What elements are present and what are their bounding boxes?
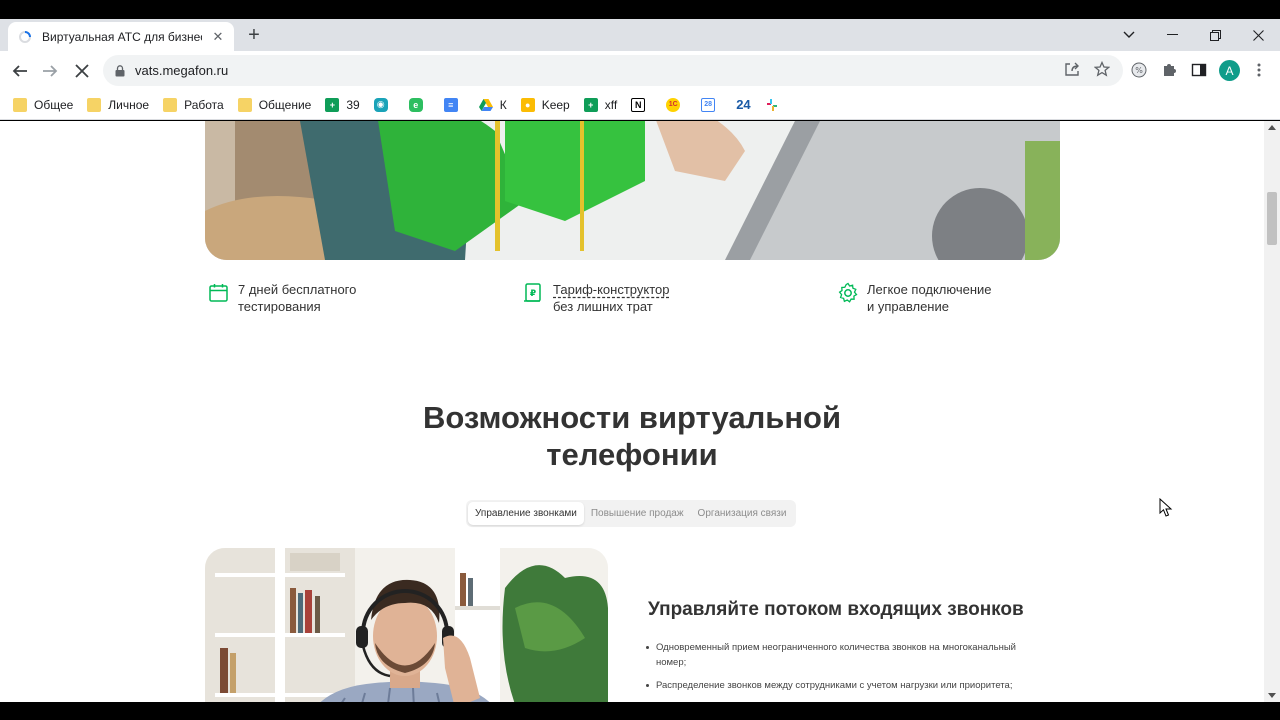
share-icon[interactable] bbox=[1062, 59, 1082, 79]
back-button[interactable] bbox=[8, 59, 32, 83]
bookmark-sheets-xff[interactable]: + xff bbox=[583, 97, 617, 112]
bitrix24-icon: 24 bbox=[736, 97, 751, 112]
page-viewport: 7 дней бесплатного тестирования ₽ Тариф-… bbox=[0, 121, 1264, 702]
forward-button[interactable] bbox=[38, 59, 62, 83]
new-tab-button[interactable]: + bbox=[243, 24, 265, 46]
scroll-up-arrow-icon[interactable] bbox=[1268, 125, 1276, 130]
evernote-icon: e bbox=[408, 97, 423, 112]
bookmark-evernote[interactable]: e bbox=[408, 97, 430, 112]
restore-button[interactable] bbox=[1203, 23, 1227, 47]
bookmark-1c[interactable]: 1С bbox=[666, 97, 687, 112]
feature-easy-setup: Легкое подключение и управление bbox=[837, 281, 992, 315]
bookmark-calendar[interactable]: 28 bbox=[701, 97, 722, 112]
docs-icon: ≡ bbox=[443, 97, 458, 112]
meet-icon: ◉ bbox=[373, 97, 388, 112]
side-panel-icon[interactable] bbox=[1189, 60, 1209, 80]
page-scrollbar[interactable] bbox=[1264, 121, 1280, 702]
hero-image bbox=[205, 121, 1060, 260]
svg-text:₽: ₽ bbox=[530, 289, 536, 299]
puzzle-extensions-icon[interactable] bbox=[1159, 60, 1179, 80]
list-item: Распределение звонков между сотрудниками… bbox=[646, 678, 1046, 693]
scroll-down-arrow-icon[interactable] bbox=[1268, 693, 1276, 698]
feature-free-trial-line1: 7 дней бесплатного bbox=[238, 282, 357, 297]
sheets-icon: + bbox=[583, 97, 598, 112]
tab-communication-organization[interactable]: Организация связи bbox=[691, 502, 794, 525]
feature-bullets: Одновременный прием неограниченного коли… bbox=[646, 640, 1046, 701]
bookmark-meet[interactable]: ◉ bbox=[373, 97, 395, 112]
tab-call-management[interactable]: Управление звонками bbox=[468, 502, 584, 525]
bookmark-folder-personal[interactable]: Личное bbox=[87, 97, 149, 112]
bottom-black-bar bbox=[0, 702, 1280, 720]
tab-search-chevron-icon[interactable] bbox=[1117, 23, 1141, 47]
1c-icon: 1С bbox=[666, 97, 681, 112]
bookmark-slack[interactable] bbox=[765, 98, 786, 112]
top-black-bar bbox=[0, 0, 1280, 19]
gear-icon bbox=[838, 282, 858, 303]
section-title: Возможности виртуальной телефонии bbox=[422, 400, 842, 472]
folder-icon bbox=[13, 97, 27, 112]
folder-icon bbox=[163, 97, 178, 112]
loading-spinner-icon bbox=[18, 30, 32, 44]
tab-close-icon[interactable]: ✕ bbox=[210, 29, 226, 45]
stop-loading-button[interactable] bbox=[70, 59, 94, 83]
calendar-icon bbox=[209, 284, 228, 302]
bookmark-folder-general[interactable]: Общее bbox=[13, 97, 73, 112]
operator-photo bbox=[205, 548, 608, 702]
mouse-cursor-icon bbox=[1159, 498, 1173, 517]
drive-icon bbox=[478, 98, 493, 112]
document-icon: ₽ bbox=[524, 283, 541, 302]
feature-free-trial: 7 дней бесплатного тестирования bbox=[208, 281, 356, 315]
bookmark-star-icon[interactable] bbox=[1092, 59, 1112, 79]
notion-icon: N bbox=[631, 97, 646, 112]
bookmark-folder-communication[interactable]: Общение bbox=[237, 97, 311, 112]
capabilities-tabs: Управление звонками Повышение продаж Орг… bbox=[466, 500, 796, 527]
keep-icon: ● bbox=[520, 97, 535, 112]
browser-toolbar: vats.megafon.ru % A bbox=[0, 51, 1280, 90]
content-title: Управляйте потоком входящих звонков bbox=[648, 599, 1024, 620]
tab-strip: Виртуальная АТС для бизнеса с ✕ + bbox=[0, 19, 1280, 51]
bookmark-notion[interactable]: N bbox=[631, 97, 652, 112]
feature-tariff-constructor: ₽ Тариф-конструктор без лишних трат bbox=[523, 281, 670, 315]
address-bar[interactable]: vats.megafon.ru bbox=[103, 55, 1123, 86]
bookmark-drive-k[interactable]: К bbox=[478, 98, 507, 112]
tariff-constructor-link[interactable]: Тариф-конструктор bbox=[553, 281, 670, 298]
menu-kebab-icon[interactable] bbox=[1249, 60, 1269, 80]
svg-text:%: % bbox=[1135, 66, 1143, 75]
profile-avatar[interactable]: A bbox=[1219, 60, 1240, 81]
bookmark-docs[interactable]: ≡ bbox=[443, 97, 465, 112]
feature-tariff-line2: без лишних трат bbox=[553, 299, 653, 314]
slack-icon bbox=[765, 98, 779, 112]
tab-title: Виртуальная АТС для бизнеса с bbox=[42, 29, 202, 44]
browser-tab-active[interactable]: Виртуальная АТС для бизнеса с ✕ bbox=[8, 22, 234, 51]
feature-free-trial-line2: тестирования bbox=[238, 299, 321, 314]
lock-icon[interactable] bbox=[113, 64, 127, 78]
list-item: Одновременный прием неограниченного коли… bbox=[646, 640, 1046, 670]
scrollbar-thumb[interactable] bbox=[1267, 192, 1277, 245]
feature-easy-setup-line1: Легкое подключение bbox=[867, 282, 992, 297]
url-text: vats.megafon.ru bbox=[135, 63, 229, 78]
bookmark-sheets-39[interactable]: + 39 bbox=[325, 97, 360, 112]
sheets-icon: + bbox=[325, 97, 340, 112]
bookmark-keep[interactable]: ● Keep bbox=[520, 97, 570, 112]
calendar-icon: 28 bbox=[701, 97, 716, 112]
bookmarks-bar: Общее Личное Работа Общение + 39 ◉ e ≡ К… bbox=[0, 90, 1280, 120]
bookmark-bitrix24[interactable]: 24 bbox=[736, 97, 750, 112]
feature-easy-setup-line2: и управление bbox=[867, 299, 949, 314]
folder-icon bbox=[237, 97, 252, 112]
minimize-button[interactable] bbox=[1160, 23, 1184, 47]
folder-icon bbox=[87, 97, 102, 112]
bookmark-folder-work[interactable]: Работа bbox=[163, 97, 224, 112]
extension-icon[interactable]: % bbox=[1129, 60, 1149, 80]
close-window-button[interactable] bbox=[1246, 23, 1270, 47]
tab-sales-increase[interactable]: Повышение продаж bbox=[584, 502, 691, 525]
